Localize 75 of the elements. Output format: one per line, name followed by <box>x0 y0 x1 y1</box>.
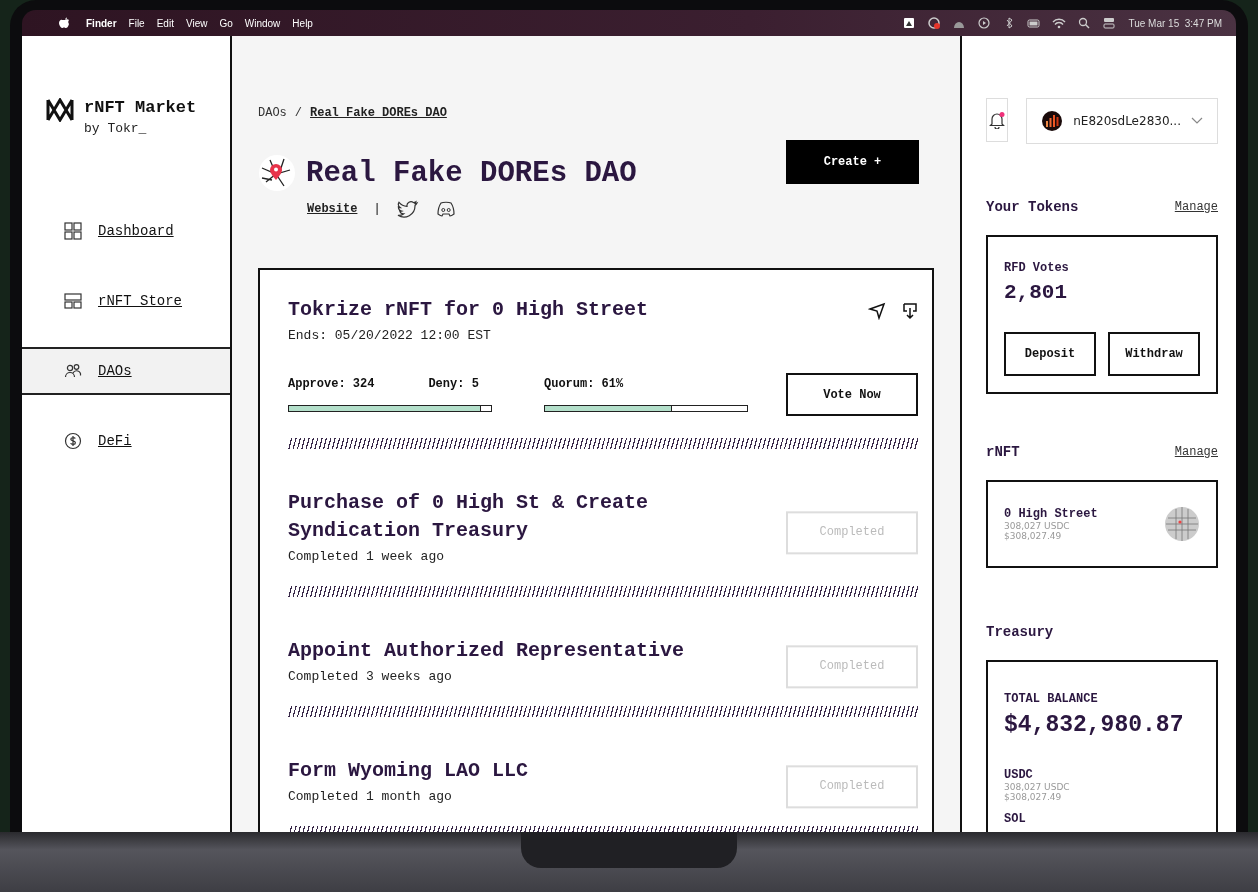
proposal-status: Completed 1 month ago <box>288 789 453 804</box>
proposal-title: Purchase of 0 High St & Create Syndication Treasury <box>288 490 650 544</box>
nav-item[interactable]: rNFT Store <box>22 277 230 325</box>
brand-byline: by Tokr_ <box>84 121 148 136</box>
menu-item[interactable]: Finder <box>86 17 117 29</box>
quorum-label: Quorum: 61% <box>544 377 624 391</box>
people-icon <box>64 362 82 380</box>
asset-name: USDC <box>1004 768 1034 782</box>
menu-item[interactable]: Go <box>219 17 233 29</box>
asset-value: $308,027.49 <box>1004 531 1063 541</box>
proposal-title: Appoint Authorized Representative <box>288 638 685 664</box>
asset-name: SOL <box>1004 812 1027 826</box>
logo-icon <box>46 98 74 122</box>
section-heading: rNFT <box>986 444 1020 460</box>
token-action-button[interactable]: Deposit <box>1004 332 1096 376</box>
link-separator: | <box>373 202 381 216</box>
breadcrumb-separator: / <box>294 106 302 120</box>
breadcrumb-link[interactable]: DAOs <box>258 106 287 120</box>
send-icon[interactable] <box>868 302 886 320</box>
proposal-status: Ends: 05/20/2022 12:00 EST <box>288 328 492 343</box>
section-heading: Treasury <box>986 624 1054 640</box>
token-label: RFD Votes <box>1004 261 1070 275</box>
twitter-icon[interactable] <box>396 200 419 218</box>
asset-name: 0 High Street <box>1004 507 1098 521</box>
menu-item[interactable]: Edit <box>156 17 174 29</box>
proposal-status: Completed 3 weeks ago <box>288 669 453 684</box>
notification-button[interactable] <box>986 98 1009 142</box>
avatar-icon <box>1041 110 1064 132</box>
gauge-icon[interactable] <box>927 16 942 30</box>
clock[interactable]: Tue Mar 15 3:47 PM <box>1128 17 1222 29</box>
token-amount: 2,801 <box>1004 281 1068 304</box>
search-icon[interactable] <box>1077 16 1092 30</box>
nav-item[interactable]: DAOs <box>22 347 230 395</box>
total-balance: $4,832,980.87 <box>1004 712 1185 738</box>
wifi-icon[interactable] <box>1052 16 1067 30</box>
play-icon[interactable] <box>977 16 992 30</box>
grid-icon <box>64 222 82 240</box>
asset-value: $308,027.49 <box>1004 792 1063 802</box>
token-action-button[interactable]: Withdraw <box>1108 332 1200 376</box>
dollar-icon <box>64 432 82 450</box>
approve-count: Approve: 324 <box>288 377 375 391</box>
manage-link[interactable]: Manage <box>1174 445 1218 459</box>
menu-item[interactable]: View <box>185 17 208 29</box>
layout-icon <box>64 292 82 310</box>
asset-amount: 308,027 USDC <box>1004 521 1071 531</box>
menu-item[interactable]: Help <box>292 17 313 29</box>
proposal-title: Form Wyoming LAO LLC <box>288 758 529 784</box>
account-dropdown[interactable]: nE820sdLe2830... <box>1026 98 1218 144</box>
nav-item[interactable]: DeFi <box>22 417 230 465</box>
download-icon[interactable] <box>902 302 918 320</box>
asset-amount: 308,027 USDC <box>1004 782 1071 792</box>
section-heading: Your Tokens <box>986 199 1079 215</box>
proposal-status: Completed 1 week ago <box>288 549 446 564</box>
vote-now-button[interactable]: Vote Now <box>786 373 918 416</box>
total-balance-label: TOTAL BALANCE <box>1004 692 1099 706</box>
rnft-card[interactable]: 0 High Street 308,027 USDC $308,027.49 <box>986 480 1218 568</box>
dao-title: Real Fake DOREs DAO <box>306 156 637 190</box>
discord-icon[interactable] <box>434 200 457 218</box>
brand-name: rNFT Market <box>84 98 197 117</box>
menu-item[interactable]: File <box>128 17 145 29</box>
battery-icon[interactable] <box>1027 16 1042 30</box>
control-center-icon[interactable] <box>1102 16 1117 30</box>
proposal-title: Tokrize rNFT for 0 High Street <box>288 297 649 323</box>
apple-logo-icon[interactable] <box>58 16 72 30</box>
menu-item[interactable]: Window <box>244 17 281 29</box>
map-pin-avatar-icon <box>258 154 296 192</box>
nav-item[interactable]: Dashboard <box>22 207 230 255</box>
breadcrumb-current[interactable]: Real Fake DOREs DAO <box>310 106 447 120</box>
sphere-thumbnail <box>1164 506 1200 542</box>
manage-link[interactable]: Manage <box>1174 200 1218 214</box>
deny-count: Deny: 5 <box>428 377 479 391</box>
website-link[interactable]: Website <box>307 202 358 216</box>
create-button[interactable]: Create + <box>786 140 919 184</box>
chevron-down-icon <box>1191 117 1203 125</box>
drive-icon[interactable] <box>902 16 917 30</box>
